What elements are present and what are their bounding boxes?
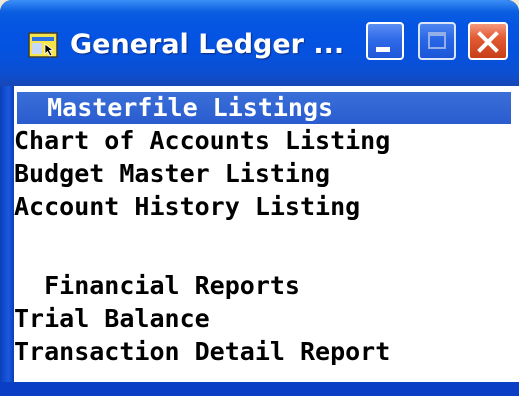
menu-item-chart-of-accounts-listing[interactable]: Chart of Accounts Listing xyxy=(14,126,519,156)
menu-item-account-history-listing[interactable]: Account History Listing xyxy=(14,192,519,222)
menu-item-transaction-detail-report[interactable]: Transaction Detail Report xyxy=(14,337,519,367)
close-icon xyxy=(477,31,499,53)
menu-item-masterfile-listings[interactable]: Masterfile Listings xyxy=(17,92,511,124)
window-left-border xyxy=(0,86,14,382)
close-button[interactable] xyxy=(468,22,508,60)
title-bar[interactable]: General Ledger ... xyxy=(0,0,519,86)
app-window-icon[interactable] xyxy=(28,32,58,58)
menu-item-trial-balance[interactable]: Trial Balance xyxy=(14,304,519,334)
window-title: General Ledger ... xyxy=(70,29,345,60)
minimize-icon xyxy=(376,47,390,52)
maximize-button[interactable] xyxy=(418,22,456,60)
application-window: General Ledger ... Masterfile Listings C… xyxy=(0,0,519,396)
window-bottom-border xyxy=(0,382,519,396)
minimize-button[interactable] xyxy=(366,22,404,60)
maximize-icon xyxy=(428,32,446,49)
menu-list: Masterfile Listings Chart of Accounts Li… xyxy=(14,86,519,382)
menu-item-financial-reports[interactable]: Financial Reports xyxy=(14,271,519,301)
menu-item-blank xyxy=(14,225,519,255)
menu-item-budget-master-listing[interactable]: Budget Master Listing xyxy=(14,159,519,189)
